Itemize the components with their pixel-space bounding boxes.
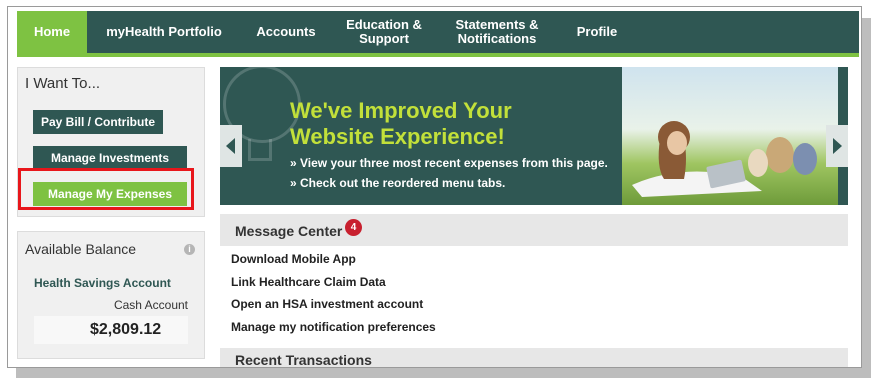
i-want-to-title: I Want To... <box>25 75 101 92</box>
available-balance-title: Available Balance <box>25 241 137 257</box>
nav-home[interactable]: Home <box>17 11 87 53</box>
health-savings-account-label: Health Savings Account <box>34 276 171 290</box>
banner-bullet-1: » View your three most recent expenses f… <box>290 156 608 170</box>
pay-bill-contribute-button[interactable]: Pay Bill / Contribute <box>33 110 163 134</box>
banner-photo-illustration <box>632 121 817 197</box>
message-count-badge: 4 <box>345 219 362 236</box>
balance-field: $2,809.12 <box>34 316 188 344</box>
lightbulb-base <box>248 139 272 161</box>
message-center-header: Message Center 4 <box>220 214 848 246</box>
chevron-right-icon <box>833 138 842 154</box>
recent-transactions-title: Recent Transactions <box>235 352 372 368</box>
banner-photo <box>622 67 838 205</box>
banner-headline-2: Website Experience! <box>290 124 505 149</box>
recent-transactions-header: Recent Transactions <box>220 348 848 368</box>
nav-statements-notifications[interactable]: Statements & Notifications <box>450 11 544 53</box>
open-hsa-investment-account-link[interactable]: Open an HSA investment account <box>231 297 423 311</box>
nav-accounts[interactable]: Accounts <box>251 11 321 53</box>
banner-bullet-2: » Check out the reordered menu tabs. <box>290 176 506 190</box>
manage-investments-button[interactable]: Manage Investments <box>33 146 187 170</box>
promo-banner: We've Improved Your Website Experience! … <box>220 67 848 205</box>
message-center-title: Message Center <box>235 223 343 239</box>
main-nav: Home myHealth Portfolio Accounts Educati… <box>17 11 859 57</box>
manage-notification-preferences-link[interactable]: Manage my notification preferences <box>231 320 436 334</box>
banner-next-button[interactable] <box>826 125 848 167</box>
banner-headline-1: We've Improved Your <box>290 98 512 123</box>
nav-profile[interactable]: Profile <box>572 11 622 53</box>
download-mobile-app-link[interactable]: Download Mobile App <box>231 252 356 266</box>
info-icon[interactable]: i <box>184 244 195 255</box>
nav-myhealth-portfolio[interactable]: myHealth Portfolio <box>99 11 229 53</box>
cash-account-label: Cash Account <box>113 298 188 312</box>
nav-education-support[interactable]: Education & Support <box>344 11 424 53</box>
highlight-box <box>18 168 194 210</box>
link-healthcare-claim-data-link[interactable]: Link Healthcare Claim Data <box>231 275 386 289</box>
balance-amount: $2,809.12 <box>90 321 162 338</box>
available-balance-panel: Available Balance i Health Savings Accou… <box>17 231 205 359</box>
banner-prev-button[interactable] <box>220 125 242 167</box>
page-frame: Home myHealth Portfolio Accounts Educati… <box>7 6 862 368</box>
chevron-left-icon <box>226 138 235 154</box>
